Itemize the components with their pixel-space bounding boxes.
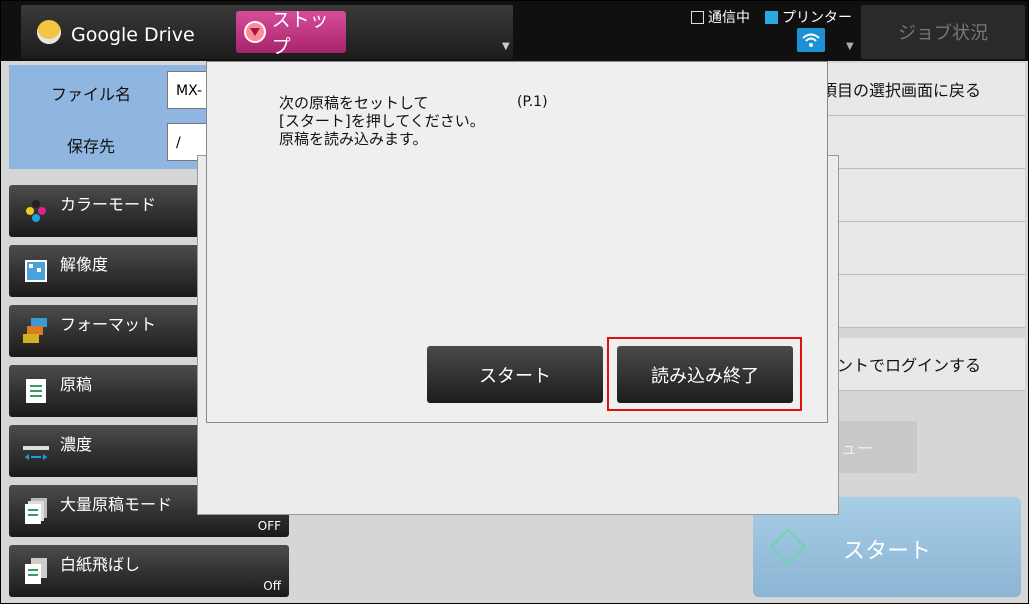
job-status-button[interactable]: ジョブ状況 bbox=[861, 5, 1025, 59]
chevron-down-icon[interactable]: ▼ bbox=[502, 41, 510, 52]
message-line-1: 次の原稿をセットして bbox=[279, 94, 429, 112]
stop-icon bbox=[244, 21, 266, 43]
density-icon bbox=[23, 446, 49, 460]
color-mode-icon bbox=[26, 200, 46, 222]
file-name-label: ファイル名 bbox=[50, 85, 131, 104]
app-title: Google Drive bbox=[71, 24, 195, 46]
status-printer-label: プリンター bbox=[782, 10, 852, 26]
login-account-button[interactable]: ウントでログインする bbox=[821, 338, 1025, 391]
status-printer: プリンター bbox=[765, 7, 852, 27]
dialog-message: 次の原稿をセットして [スタート]を押してください。 原稿を読み込みます。 bbox=[279, 94, 485, 148]
message-line-3: 原稿を読み込みます。 bbox=[279, 130, 428, 148]
menu-label: 白紙飛ばし bbox=[60, 555, 141, 574]
back-to-selection-button[interactable]: 項目の選択画面に戻る bbox=[821, 63, 1025, 116]
back-to-selection-label: 項目の選択画面に戻る bbox=[821, 81, 982, 100]
menu-value: Off bbox=[263, 579, 281, 593]
file-settings-box: ファイル名 MX-26 保存先 / bbox=[9, 65, 217, 169]
screen-frame: Google Drive ストップ ▼ 通信中 プリンター ▼ ジョブ状況 ファ… bbox=[0, 0, 1029, 604]
right-item-blank-4[interactable] bbox=[821, 275, 1025, 328]
menu-label: カラーモード bbox=[60, 195, 157, 214]
right-item-blank-1[interactable] bbox=[821, 116, 1025, 169]
original-icon bbox=[26, 379, 46, 403]
menu-label: フォーマット bbox=[60, 315, 157, 334]
start-diamond-icon bbox=[769, 528, 807, 566]
resolution-icon bbox=[25, 260, 47, 282]
menu-label: 大量原稿モード bbox=[60, 495, 173, 514]
stop-button[interactable]: ストップ bbox=[236, 9, 346, 58]
status-comm: 通信中 bbox=[691, 7, 750, 27]
page-number: (P.1) bbox=[517, 94, 548, 110]
cloud-icon bbox=[37, 20, 61, 44]
message-line-2: [スタート]を押してください。 bbox=[279, 112, 485, 130]
dialog-start-button[interactable]: スタート bbox=[427, 346, 603, 403]
app-tab[interactable]: Google Drive ストップ ▼ bbox=[21, 5, 513, 59]
comm-indicator-icon bbox=[691, 10, 704, 24]
menu-value: OFF bbox=[257, 519, 281, 533]
format-icon bbox=[23, 318, 47, 343]
start-label: スタート bbox=[843, 539, 932, 564]
status-comm-label: 通信中 bbox=[708, 10, 750, 26]
right-item-blank-2[interactable] bbox=[821, 169, 1025, 222]
blank-skip-button[interactable]: 白紙飛ばし Off bbox=[9, 545, 289, 597]
printer-indicator-icon bbox=[765, 10, 778, 24]
right-item-blank-3[interactable] bbox=[821, 222, 1025, 275]
top-bar: Google Drive ストップ ▼ 通信中 プリンター ▼ ジョブ状況 bbox=[1, 1, 1028, 61]
highlight-box bbox=[607, 337, 802, 411]
blank-skip-icon bbox=[25, 558, 47, 584]
save-to-label: 保存先 bbox=[66, 137, 115, 156]
menu-label: 解像度 bbox=[60, 255, 109, 274]
chevron-down-icon[interactable]: ▼ bbox=[846, 41, 854, 52]
menu-label: 原稿 bbox=[60, 375, 93, 394]
wifi-icon[interactable] bbox=[797, 28, 825, 52]
bulk-original-icon bbox=[25, 498, 47, 524]
stop-label: ストップ bbox=[271, 9, 329, 58]
login-account-label: ウントでログインする bbox=[821, 356, 982, 375]
menu-label: 濃度 bbox=[60, 435, 93, 454]
